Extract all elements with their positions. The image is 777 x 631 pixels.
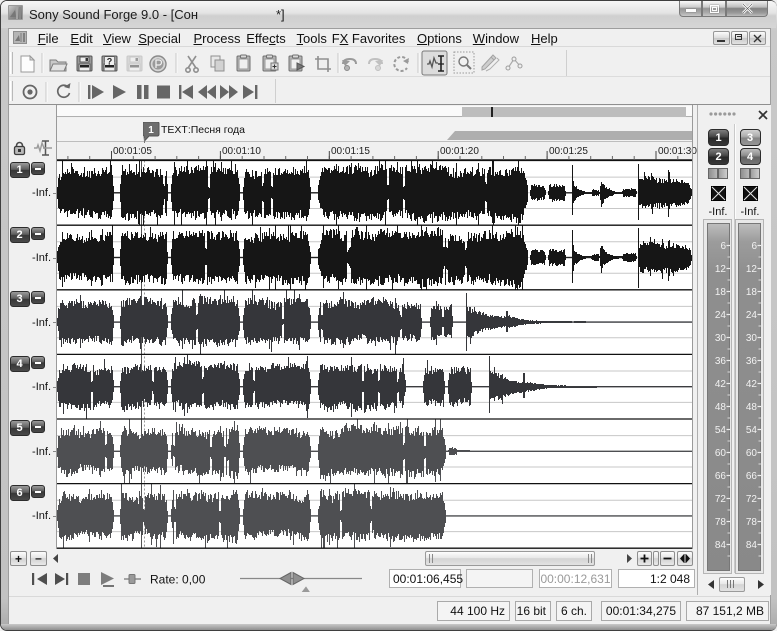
- svg-text:?: ?: [107, 57, 113, 67]
- svg-text:84: 84: [714, 540, 726, 551]
- svg-text:12: 12: [746, 264, 758, 275]
- svg-text:60: 60: [746, 448, 758, 459]
- svg-text:72: 72: [714, 494, 726, 505]
- svg-text:6: 6: [752, 241, 758, 252]
- svg-text:78: 78: [714, 517, 726, 528]
- svg-text:18: 18: [746, 287, 758, 298]
- svg-text:42: 42: [746, 379, 758, 390]
- svg-text:18: 18: [714, 287, 726, 298]
- svg-text:54: 54: [714, 425, 726, 436]
- svg-text:48: 48: [714, 402, 726, 413]
- svg-text:24: 24: [746, 310, 758, 321]
- svg-text:12: 12: [714, 264, 726, 275]
- svg-text:6: 6: [720, 241, 726, 252]
- svg-text:30: 30: [746, 333, 758, 344]
- svg-text:84: 84: [746, 540, 758, 551]
- svg-text:30: 30: [714, 333, 726, 344]
- svg-text:72: 72: [746, 494, 758, 505]
- svg-text:66: 66: [714, 471, 726, 482]
- svg-text:36: 36: [746, 356, 758, 367]
- svg-text:42: 42: [714, 379, 726, 390]
- svg-text:Rate: 0,00: Rate: 0,00: [150, 573, 206, 587]
- svg-text:66: 66: [746, 471, 758, 482]
- svg-text:60: 60: [714, 448, 726, 459]
- svg-text:24: 24: [714, 310, 726, 321]
- svg-text:36: 36: [714, 356, 726, 367]
- svg-text:78: 78: [746, 517, 758, 528]
- svg-text:54: 54: [746, 425, 758, 436]
- svg-text:48: 48: [746, 402, 758, 413]
